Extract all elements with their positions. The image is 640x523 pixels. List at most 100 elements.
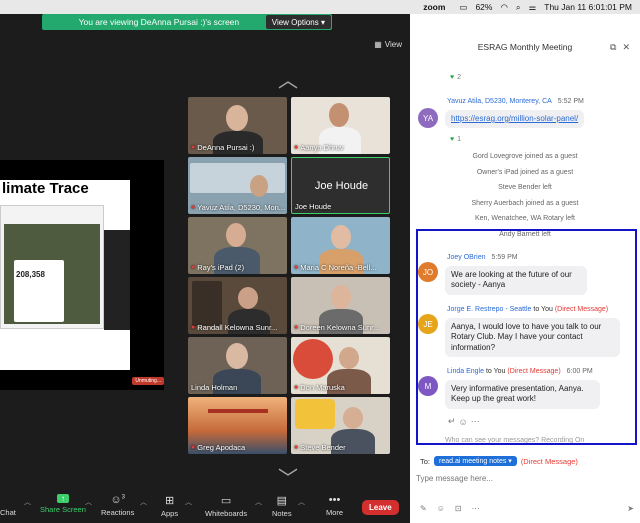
message-sender: Yavuz Atila, D5230, Monterey, CA 5:52 PM (447, 98, 584, 105)
more-icon: ••• (328, 494, 341, 506)
background-banner (190, 163, 285, 193)
participant-name-text: Doreen Kelowna Sunr... (300, 323, 380, 332)
participant-face (238, 287, 258, 309)
chat-compose-toolbar: ✎ ☺ ⊡ ⋯ ➤ (420, 504, 634, 513)
more-options-icon[interactable]: ⋯ (472, 504, 480, 513)
video-tile[interactable]: ● Steve Bender (291, 397, 390, 454)
whiteboard-icon: ▭ (220, 495, 232, 507)
recipient-dm-tag: (Direct Message) (520, 456, 578, 466)
participant-name-text: DeAnna Pursai :) (197, 143, 255, 152)
share-screen-button[interactable]: ↑ Share Screen (40, 494, 86, 520)
grid-icon: ▦ (374, 40, 382, 49)
share-caret-icon[interactable]: ︿ (85, 497, 92, 509)
system-message: Ken, Wenatchee, WA Rotary left (475, 215, 575, 222)
video-tile[interactable]: ● Yavuz Atila, D5230, Mon... (188, 157, 287, 214)
participant-name: ● Aanya Dhruv (294, 143, 344, 152)
system-message: Sherry Auerbach joined as a guest (471, 200, 579, 207)
video-tile-active-speaker[interactable]: Joe Houde Joe Houde (291, 157, 390, 214)
reaction-count: 2 (457, 74, 462, 81)
view-label: View (384, 40, 402, 49)
map-image: 208,358 (4, 224, 100, 324)
participant-name-text: Randall Kelowna Sunr... (197, 323, 278, 332)
view-options-label: View Options (271, 17, 319, 27)
participant-name: ● Doreen Kelowna Sunr... (294, 323, 379, 332)
battery-percent: 62% (475, 2, 493, 12)
whiteboards-caret-icon[interactable]: ︿ (255, 497, 262, 509)
participant-name-text: Maria C Noreña -Bell... (300, 263, 377, 272)
scroll-down-icon[interactable]: ﹀ (278, 462, 298, 491)
chat-caret-icon[interactable]: ︿ (24, 497, 31, 509)
bridge-image (208, 409, 268, 413)
notes-caret-icon[interactable]: ︿ (298, 497, 305, 509)
video-tile[interactable]: ● Doreen Kelowna Sunr... (291, 277, 390, 334)
whiteboards-label: Whiteboards (205, 509, 248, 518)
notes-label: Notes (272, 509, 292, 518)
battery-icon[interactable]: ▭ (459, 2, 467, 13)
participant-display-name: Joe Houde (314, 180, 369, 192)
message-link[interactable]: https://esrag.org/million-solar-panel/ (451, 114, 578, 123)
video-tile[interactable]: ● DeAnna Pursai :) (188, 97, 287, 154)
participant-name: ● Yavuz Atila, D5230, Mon... (191, 203, 285, 212)
video-tile[interactable]: ● Aanya Dhruv (291, 97, 390, 154)
close-icon[interactable]: ✕ (622, 42, 630, 53)
participant-face (343, 407, 363, 429)
clock[interactable]: Thu Jan 11 6:01:01 PM (544, 2, 632, 12)
video-tile[interactable]: ● Randall Kelowna Sunr... (188, 277, 287, 334)
system-message: Steve Bender left (498, 184, 552, 191)
reactions-button[interactable]: ☺3 Reactions (101, 494, 134, 520)
send-icon[interactable]: ➤ (627, 504, 634, 513)
banner-text: You are viewing DeAnna Pursai :)'s scree… (78, 17, 240, 27)
chat-button[interactable]: Chat (0, 494, 16, 520)
message-reaction[interactable]: ♥ 1 (450, 136, 461, 143)
unmuting-badge: Unmuting... (132, 377, 164, 385)
notes-button[interactable]: ▤ Notes (272, 494, 292, 520)
sender-name[interactable]: Yavuz Atila, D5230, Monterey, CA (447, 98, 552, 105)
participant-name: ● DeAnna Pursai :) (191, 143, 254, 152)
reaction-count: 1 (457, 136, 462, 143)
participant-face (250, 175, 268, 197)
view-options-button[interactable]: View Options ▾ (265, 15, 331, 29)
video-tile[interactable]: Linda Holman (188, 337, 287, 394)
control-center-icon[interactable]: ⚌ (529, 2, 537, 13)
participant-name: ● Steve Bender (294, 443, 346, 452)
participant-name-text: Greg Apodaca (197, 443, 246, 452)
reactions-label: Reactions (101, 508, 135, 517)
search-icon[interactable]: ⌕ (516, 2, 521, 13)
bookshelf (192, 281, 222, 326)
more-button[interactable]: ••• More (326, 494, 343, 520)
format-icon[interactable]: ✎ (420, 504, 427, 513)
chat-label: Chat (0, 508, 16, 517)
reactions-caret-icon[interactable]: ︿ (140, 497, 147, 509)
wifi-icon[interactable]: ◠ (500, 2, 507, 13)
video-tile[interactable]: ● Don Maruska (291, 337, 390, 394)
apps-button[interactable]: ⊞ Apps (161, 494, 178, 520)
screenshot-icon[interactable]: ⊡ (455, 504, 462, 513)
reactions-count: 3 (121, 494, 125, 501)
participant-name: ● Ray's iPad (2) (191, 263, 244, 272)
video-tile[interactable]: ● Greg Apodaca (188, 397, 287, 454)
map-info-card: 208,358 (14, 260, 64, 322)
to-label: To: (420, 456, 431, 466)
apps-icon: ⊞ (164, 495, 175, 507)
emoji-picker-icon[interactable]: ☺ (437, 504, 445, 513)
video-tile[interactable]: ● Ray's iPad (2) (188, 217, 287, 274)
chat-header-actions: ⧉ ✕ (610, 42, 630, 53)
muted-mic-icon: ● (191, 264, 196, 271)
whiteboards-button[interactable]: ▭ Whiteboards (205, 494, 247, 520)
message-reaction[interactable]: ♥ 2 (450, 74, 461, 81)
leave-button[interactable]: Leave (362, 500, 399, 515)
slide-side-panel (104, 230, 130, 330)
chat-message-input[interactable] (416, 470, 634, 486)
view-button[interactable]: ▦ View (374, 40, 402, 49)
muted-mic-icon: ● (294, 264, 299, 271)
recipient-dropdown[interactable]: read.ai meeting notes ▾ (434, 456, 517, 466)
participant-face (226, 223, 246, 247)
video-tile[interactable]: ● Maria C Noreña -Bell... (291, 217, 390, 274)
participant-name-text: Ray's iPad (2) (197, 263, 245, 272)
annotation-highlight-box (416, 229, 637, 445)
popout-icon[interactable]: ⧉ (610, 42, 616, 53)
participant-face (226, 343, 248, 369)
scroll-up-icon[interactable]: ︿ (278, 64, 298, 93)
apps-caret-icon[interactable]: ︿ (185, 497, 192, 509)
menubar-app-name[interactable]: zoom (423, 2, 445, 12)
